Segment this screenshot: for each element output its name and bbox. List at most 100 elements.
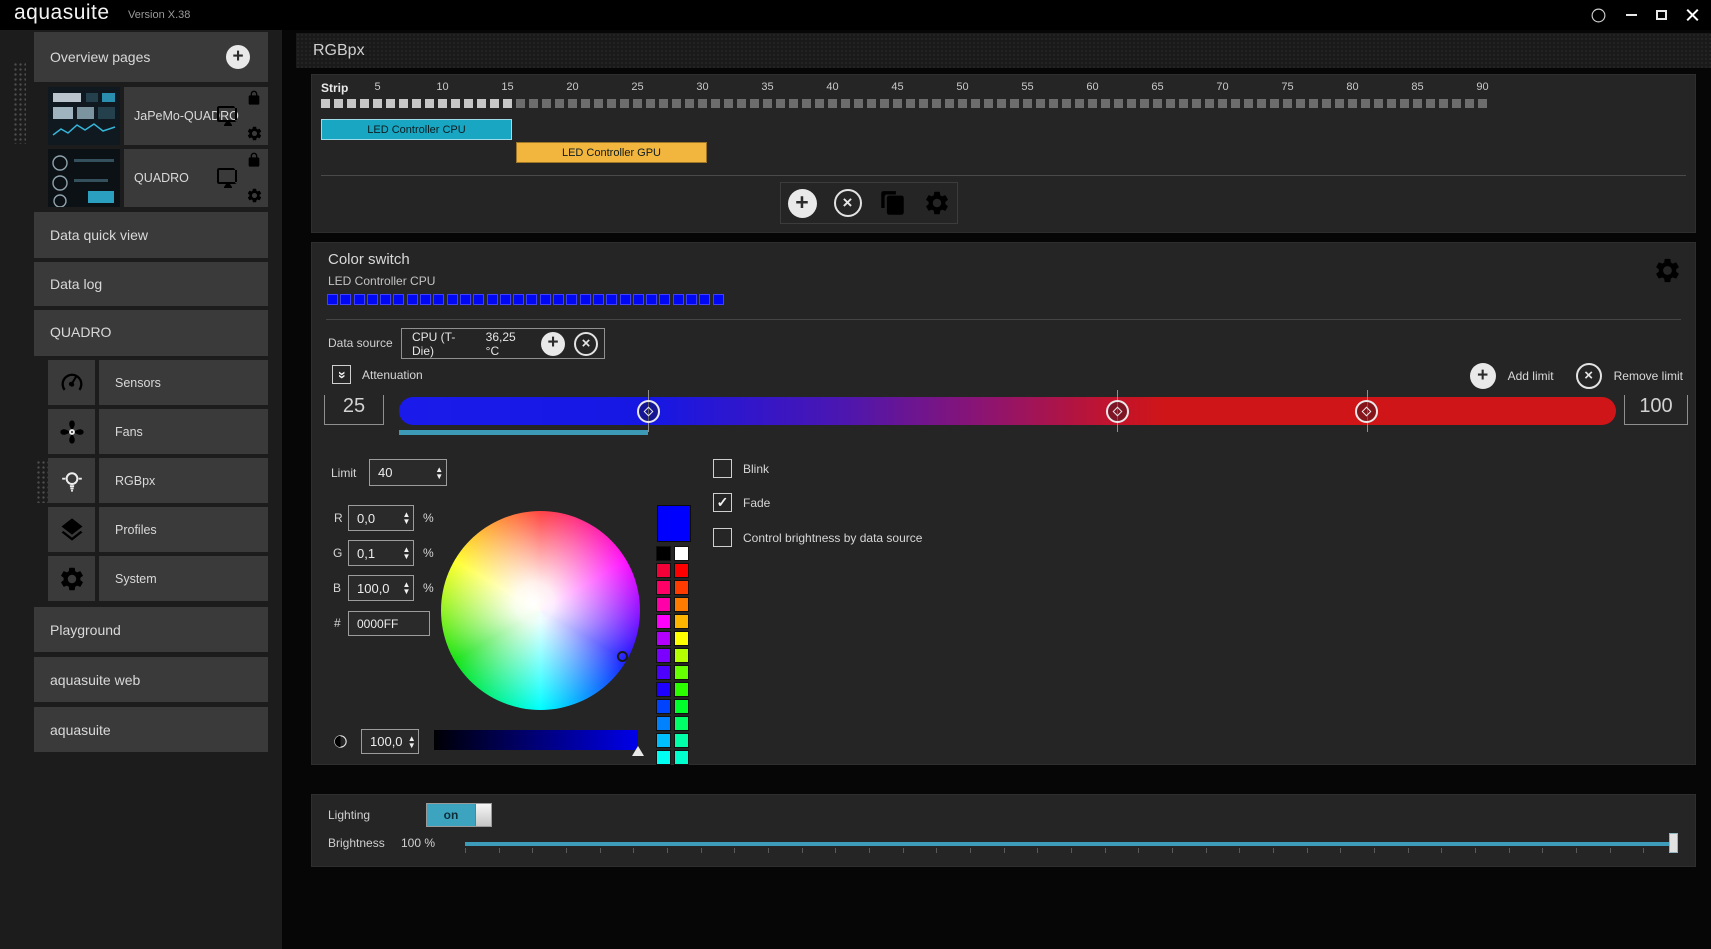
controller-bar[interactable]: LED Controller CPU — [321, 119, 512, 140]
sidebar-item-japemo-quadro[interactable]: JaPeMo-QUADRO — [124, 87, 268, 145]
palette-swatch[interactable] — [656, 699, 671, 714]
sidebar-item-sensors[interactable]: Sensors — [99, 360, 268, 405]
lock-icon[interactable] — [246, 90, 262, 106]
palette-swatch[interactable] — [656, 597, 671, 612]
palette-swatch[interactable] — [656, 682, 671, 697]
palette-swatch[interactable] — [674, 631, 689, 646]
close-button[interactable] — [1686, 9, 1699, 22]
palette-swatch[interactable] — [674, 614, 689, 629]
minimize-button[interactable] — [1626, 14, 1637, 16]
gear-icon[interactable] — [48, 556, 95, 601]
brightness-gradient-bar[interactable] — [434, 730, 638, 750]
monitor-icon[interactable] — [216, 104, 240, 128]
toggle-knob[interactable] — [475, 804, 491, 826]
range-handle[interactable] — [637, 400, 660, 423]
remove-limit-icon[interactable] — [1576, 363, 1602, 389]
palette-swatch[interactable] — [674, 682, 689, 697]
spinner-arrows-icon[interactable]: ▲▼ — [400, 576, 413, 600]
palette-swatch[interactable] — [674, 750, 689, 765]
sidebar-item-aquasuite-web[interactable]: aquasuite web — [34, 657, 268, 702]
red-spinner[interactable]: ▲▼ — [348, 505, 414, 531]
palette-swatch[interactable] — [674, 563, 689, 578]
remove-limit-label[interactable]: Remove limit — [1614, 369, 1683, 383]
palette-swatch[interactable] — [656, 750, 671, 765]
add-data-source-icon[interactable] — [541, 332, 565, 356]
palette-swatch[interactable] — [656, 648, 671, 663]
info-icon[interactable] — [1590, 7, 1607, 24]
brightness-marker[interactable] — [632, 746, 644, 756]
remove-controller-icon[interactable] — [834, 189, 862, 217]
limit-input[interactable] — [370, 460, 432, 485]
lock-icon[interactable] — [246, 152, 262, 168]
blue-input[interactable] — [349, 576, 400, 600]
layers-icon[interactable] — [1552, 6, 1571, 25]
palette-swatch[interactable] — [674, 665, 689, 680]
page-thumbnail-quadro[interactable] — [48, 149, 120, 207]
current-color-swatch[interactable] — [657, 505, 691, 542]
remove-data-source-icon[interactable] — [574, 332, 598, 356]
spinner-arrows-icon[interactable]: ▲▼ — [432, 460, 446, 485]
green-input[interactable] — [349, 541, 400, 565]
gear-icon[interactable] — [246, 187, 263, 204]
bulb-icon[interactable] — [48, 458, 95, 503]
spinner-arrows-icon[interactable]: ▲▼ — [400, 506, 413, 530]
control-brightness-checkbox[interactable] — [713, 528, 732, 547]
range-min-value[interactable]: 25 — [324, 395, 384, 425]
copy-icon[interactable] — [879, 190, 906, 217]
range-handle[interactable] — [1355, 400, 1378, 423]
color-wheel-marker[interactable] — [617, 651, 628, 662]
brightness-input[interactable] — [362, 730, 405, 753]
spinner-arrows-icon[interactable]: ▲▼ — [400, 541, 413, 565]
palette-swatch[interactable] — [674, 699, 689, 714]
palette-swatch[interactable] — [674, 733, 689, 748]
gradient-range-track[interactable] — [399, 397, 1616, 425]
brightness-slider-track[interactable] — [465, 842, 1677, 846]
sidebar-item-data-log[interactable]: Data log — [34, 262, 268, 306]
gear-icon[interactable] — [923, 189, 951, 217]
gear-icon[interactable] — [246, 125, 263, 142]
sidebar-item-fans[interactable]: Fans — [99, 409, 268, 454]
layers-icon[interactable] — [48, 507, 95, 552]
range-max-value[interactable]: 100 — [1624, 395, 1688, 425]
palette-swatch[interactable] — [656, 546, 671, 561]
palette-swatch[interactable] — [656, 631, 671, 646]
sidebar-item-aquasuite[interactable]: aquasuite — [34, 707, 268, 752]
brightness-slider-thumb[interactable] — [1669, 833, 1678, 853]
blink-checkbox[interactable] — [713, 459, 732, 478]
fan-icon[interactable] — [48, 409, 95, 454]
palette-swatch[interactable] — [656, 614, 671, 629]
palette-swatch[interactable] — [674, 580, 689, 595]
controller-bar[interactable]: LED Controller GPU — [516, 142, 707, 163]
add-controller-icon[interactable] — [788, 189, 817, 218]
attenuation-checkbox[interactable] — [332, 365, 351, 384]
color-wheel[interactable] — [441, 511, 640, 710]
gauge-icon[interactable] — [48, 360, 95, 405]
fade-checkbox[interactable] — [713, 493, 732, 512]
red-input[interactable] — [349, 506, 400, 530]
palette-swatch[interactable] — [656, 563, 671, 578]
lighting-toggle[interactable]: on — [426, 803, 492, 827]
add-limit-icon[interactable] — [1470, 363, 1496, 389]
sidebar-item-system[interactable]: System — [99, 556, 268, 601]
sidebar-item-data-quick-view[interactable]: Data quick view — [34, 212, 268, 258]
sidebar-item-quadro-page[interactable]: QUADRO — [124, 149, 268, 207]
data-source-box[interactable]: CPU (T-Die) 36,25 °C — [401, 328, 605, 359]
range-handle[interactable] — [1106, 400, 1129, 423]
sidebar-item-profiles[interactable]: Profiles — [99, 507, 268, 552]
gear-icon[interactable] — [1653, 256, 1682, 285]
sidebar-item-rgbpx[interactable]: RGBpx — [99, 458, 268, 503]
brightness-spinner[interactable]: ▲▼ — [361, 729, 419, 754]
sidebar-item-quadro-device[interactable]: QUADRO — [34, 310, 268, 356]
spinner-arrows-icon[interactable]: ▲▼ — [405, 730, 418, 753]
palette-swatch[interactable] — [674, 546, 689, 561]
palette-swatch[interactable] — [656, 665, 671, 680]
palette-swatch[interactable] — [674, 716, 689, 731]
green-spinner[interactable]: ▲▼ — [348, 540, 414, 566]
limit-spinner[interactable]: ▲▼ — [369, 459, 447, 486]
palette-swatch[interactable] — [656, 580, 671, 595]
palette-swatch[interactable] — [656, 733, 671, 748]
palette-swatch[interactable] — [674, 648, 689, 663]
palette-swatch[interactable] — [674, 597, 689, 612]
add-limit-label[interactable]: Add limit — [1508, 369, 1554, 383]
maximize-button[interactable] — [1656, 10, 1667, 20]
